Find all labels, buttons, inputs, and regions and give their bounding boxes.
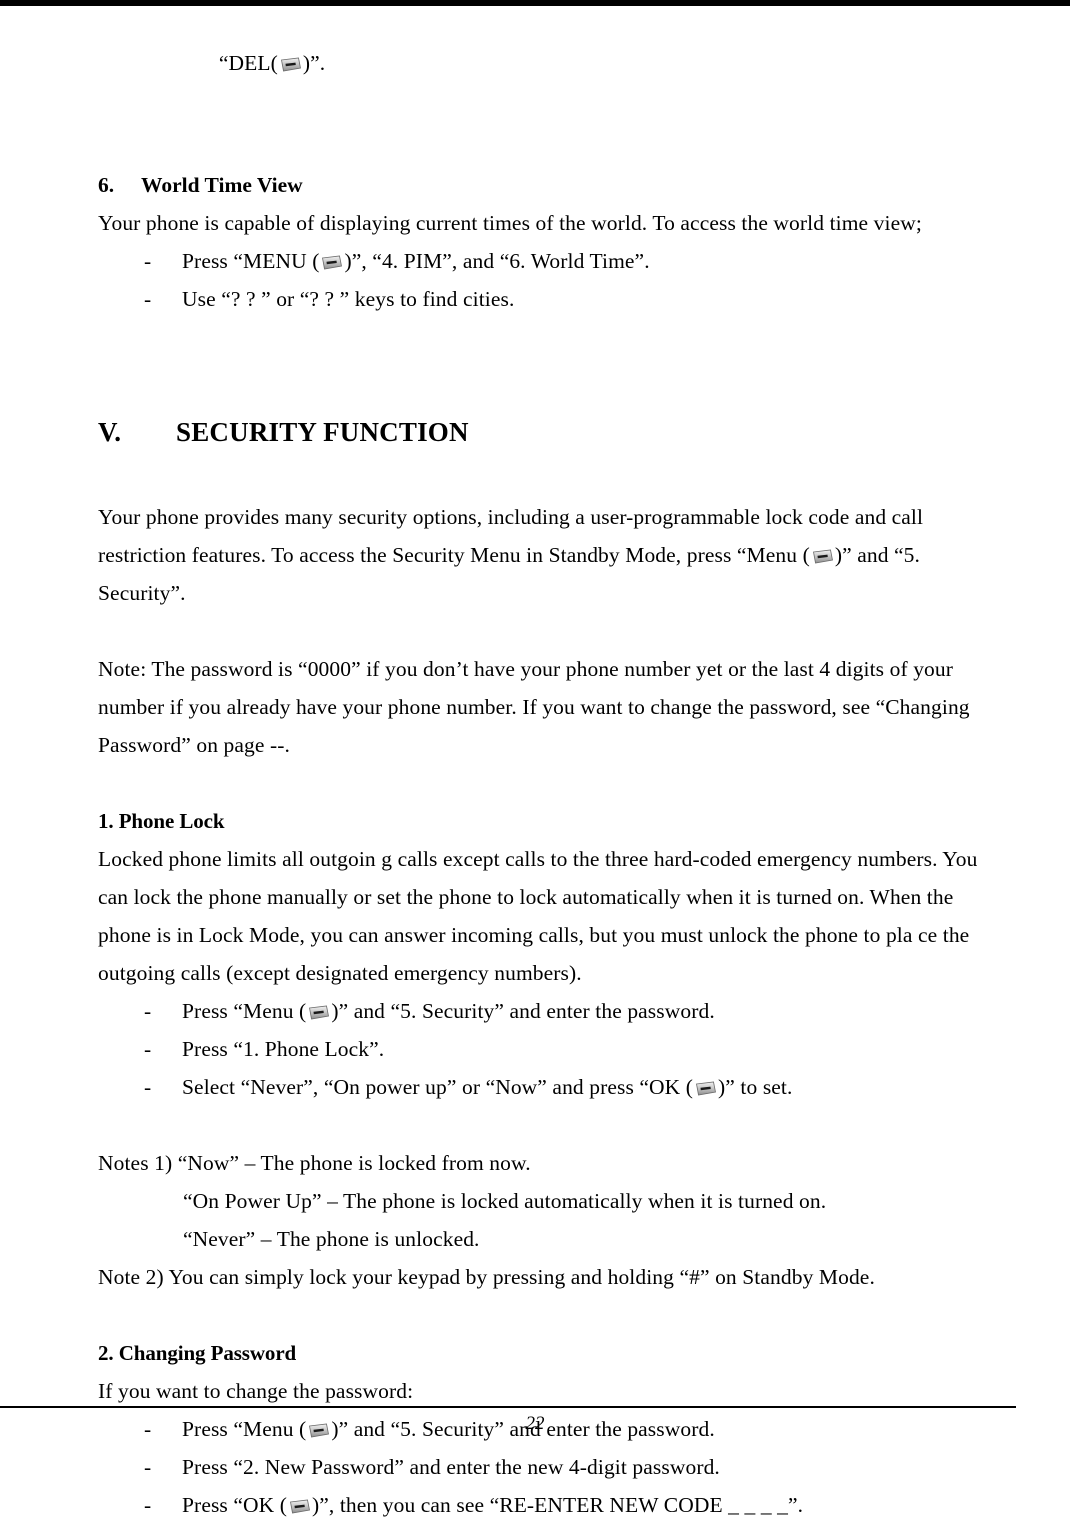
bullet-dash: - [144,1493,152,1517]
note-1-on-power-up: “On Power Up” – The phone is locked auto… [183,1189,827,1213]
bullet-cp-press-ok: - Press “OK ( )”, then you can see “RE-ENT… [98,1486,988,1524]
phone-key-icon [279,57,302,72]
bullet-text-pre: Select “Never”, “On power up” or “Now” a… [182,1075,694,1099]
bullet-text: Use “? ? ” or “? ? ” keys to find cities… [182,287,515,311]
bullet-press-menu-security: - Press “Menu ( )” and “5. Security” and e… [98,992,988,1030]
bullet-dash: - [144,287,152,311]
world-time-intro: Your phone is capable of displaying curr… [98,211,922,235]
page-number: 22 [525,1413,545,1434]
bullet-dash: - [144,1037,152,1061]
heading-text: World Time View [141,173,303,197]
phone-key-icon [320,255,343,270]
bullet-text: Select “Never”, “On power up” or “Now” a… [182,1068,792,1106]
security-intro-paragraph: Your phone provides many security option… [98,498,988,612]
bullet-cp-new-password: - Press “2. New Password” and enter the n… [98,1448,988,1486]
bullet-text-post: )” and “5. Security” and enter the passw… [331,999,715,1023]
bullet-text: Press “MENU ( )”, “4. PIM”, and “6. World… [182,242,650,280]
bullet-text: Press “Menu ( )” and “5. Security” and en… [182,992,715,1030]
bullet-select-lock-mode: - Select “Never”, “On power up” or “Now” … [98,1068,988,1106]
bullet-dash: - [144,999,152,1023]
bullet-text-pre: Press “MENU ( [182,249,320,273]
security-intro-pre: Your phone provides many security option… [98,505,924,567]
bullet-press-menu-pim-worldtime: - Press “MENU ( )”, “4. PIM”, and “6. Worl… [98,242,988,280]
bullet-use-arrow-keys: - Use “? ? ” or “? ? ” keys to find citie… [98,280,988,318]
security-note-paragraph: Note: The password is “0000” if you don’… [98,657,970,757]
bullet-text-pre: Press “OK ( [182,1493,287,1517]
bullet-text-post: )”, then you can see “RE-ENTER NEW CODE … [312,1493,804,1517]
phone-key-icon [288,1499,311,1514]
bullet-dash: - [144,1455,152,1479]
footer-separator [0,1406,1016,1408]
note-1-now: Notes 1) “Now” – The phone is locked fro… [98,1151,531,1175]
section-title-security-function: V. SECURITY FUNCTION [98,412,988,452]
heading-changing-password: 2. Changing Password [98,1341,297,1365]
bullet-text-pre: Press “Menu ( [182,999,307,1023]
continuation-line: “DEL( )”. [98,6,988,120]
bullet-dash: - [144,1075,152,1099]
bullet-text-post: )” to set. [718,1075,793,1099]
bullet-text: Press “OK ( )”, then you can see “RE-ENTE… [182,1486,803,1524]
heading-phone-lock: 1. Phone Lock [98,809,225,833]
bullet-dash: - [144,249,152,273]
section-title-text: SECURITY FUNCTION [176,417,469,447]
heading-world-time-view: 6. World Time View [98,166,988,204]
document-page: “DEL( )”. 6. World Time View Your phone is… [0,6,1070,1517]
note-1-never: “Never” – The phone is unlocked. [183,1227,480,1251]
changing-password-intro: If you want to change the password: [98,1379,414,1403]
continuation-prefix: “DEL( [218,51,278,75]
phone-key-icon [811,549,834,564]
phone-key-icon [307,1005,330,1020]
phone-lock-body: Locked phone limits all outgoin g calls … [98,847,978,985]
section-numeral: V. [98,417,122,447]
bullet-press-phone-lock: - Press “1. Phone Lock”. [98,1030,988,1068]
continuation-suffix: )”. [302,51,326,75]
page-content: “DEL( )”. 6. World Time View Your phone is… [98,6,988,1524]
bullet-text: Press “2. New Password” and enter the ne… [182,1455,720,1479]
bullet-text-post: )”, “4. PIM”, and “6. World Time”. [344,249,650,273]
note-2-keypad-lock: Note 2) You can simply lock your keypad … [98,1265,875,1289]
phone-key-icon [694,1081,717,1096]
bullet-text: Press “1. Phone Lock”. [182,1037,385,1061]
heading-number: 6. [98,173,115,197]
